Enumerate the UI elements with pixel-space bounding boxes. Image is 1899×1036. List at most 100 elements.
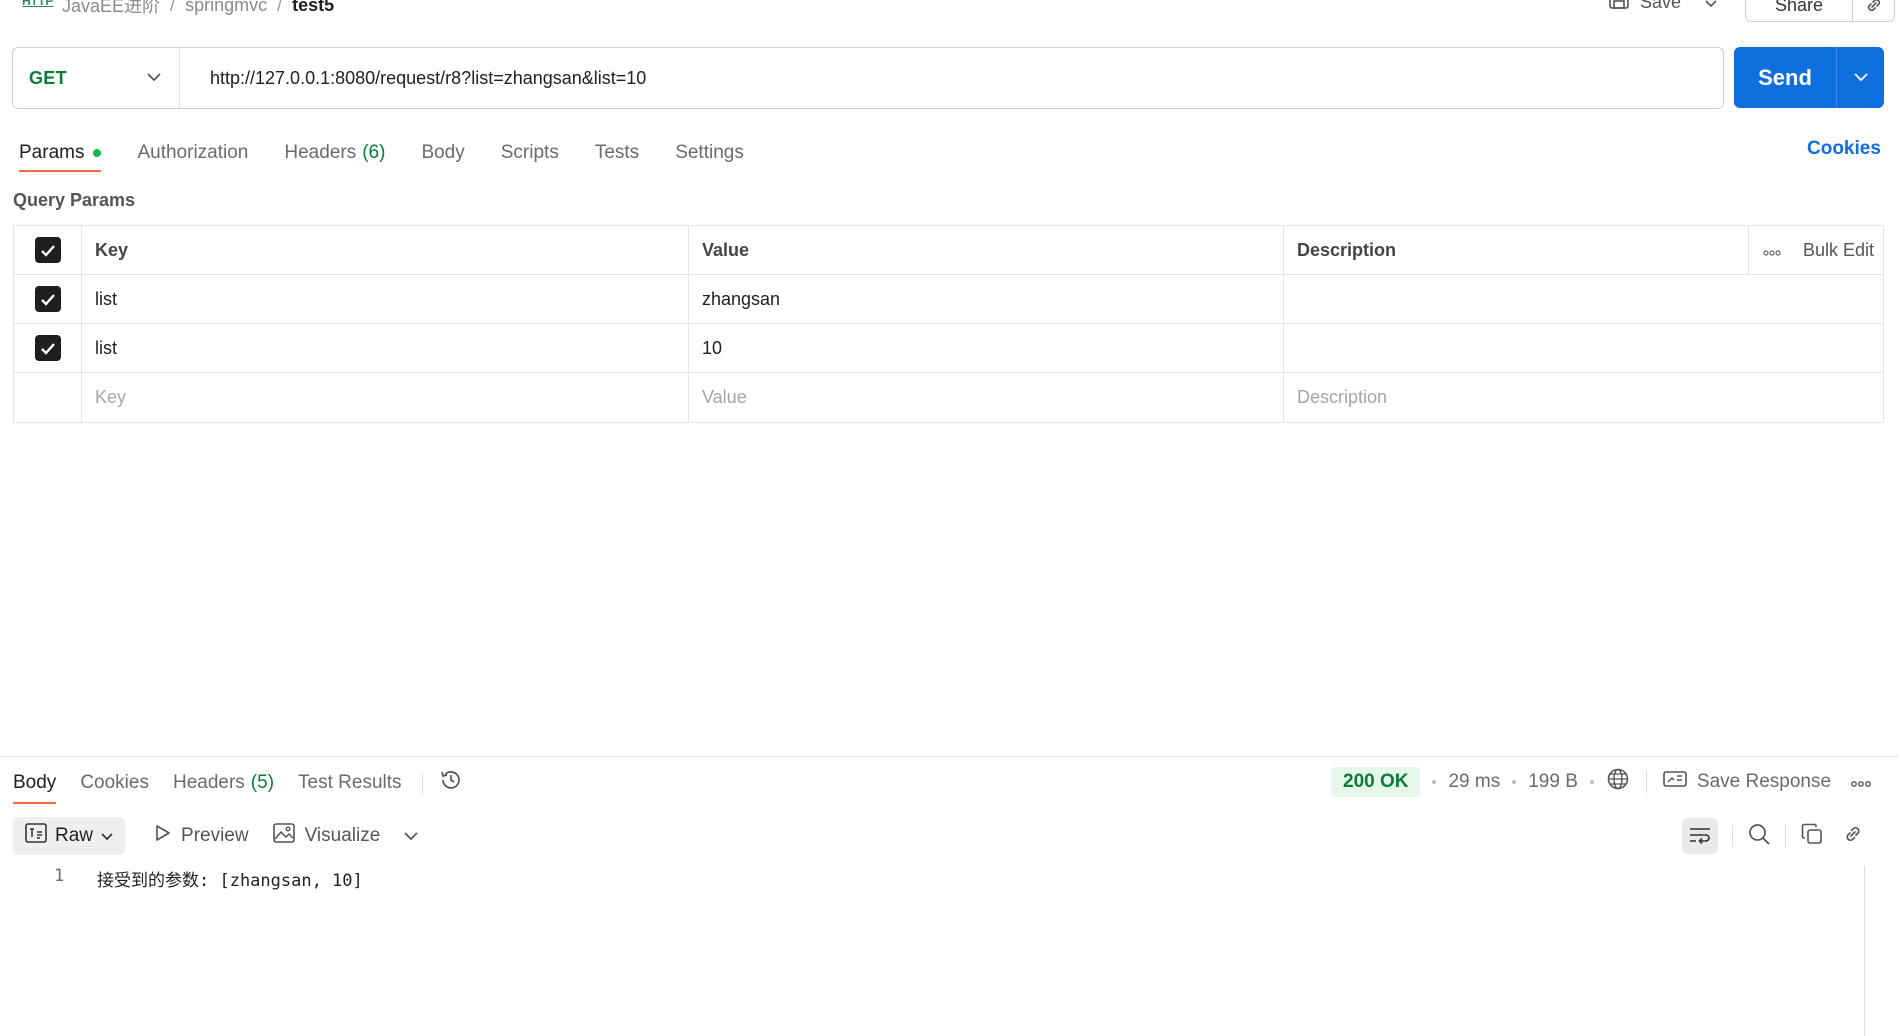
column-header-value: Value <box>689 226 1284 274</box>
param-key-input[interactable]: list <box>82 275 689 323</box>
response-line: 接受到的参数: [zhangsan, 10] <box>97 871 363 891</box>
response-tab-cookies[interactable]: Cookies <box>80 762 149 804</box>
separator-dot <box>1432 780 1437 784</box>
save-label: Save <box>1640 0 1682 12</box>
editor-scrollbar[interactable] <box>1864 866 1865 1036</box>
share-button[interactable]: Share <box>1746 0 1852 16</box>
line-number: 1 <box>54 866 65 886</box>
response-tab-test-results[interactable]: Test Results <box>298 762 401 804</box>
tab-headers[interactable]: Headers (6) <box>284 134 385 172</box>
breadcrumb-separator: / <box>170 0 176 15</box>
new-param-value-input[interactable]: Value <box>689 373 1284 422</box>
tab-label: Body <box>421 142 465 163</box>
query-params-table: Key Value Description Bulk Edit list zha… <box>13 225 1884 423</box>
tab-label: Settings <box>675 142 744 163</box>
tab-scripts[interactable]: Scripts <box>501 134 559 172</box>
response-body-tools <box>1682 817 1864 855</box>
save-button[interactable]: Save <box>1608 0 1717 15</box>
tab-label: Params <box>19 142 85 163</box>
send-options-chevron-icon[interactable] <box>1836 47 1884 108</box>
breadcrumb: JavaEE进阶 / springmvc / test5 <box>62 0 334 18</box>
preview-label: Preview <box>181 825 249 846</box>
response-toolbar: Raw Preview Visualize <box>13 817 418 855</box>
table-row-new: Key Value Description <box>14 373 1883 422</box>
table-actions-cell: Bulk Edit <box>1749 226 1883 274</box>
image-icon <box>272 823 295 849</box>
empty-checkbox-cell <box>14 373 82 422</box>
param-value-input[interactable]: 10 <box>689 324 1284 372</box>
history-icon[interactable] <box>439 768 463 798</box>
tab-tests[interactable]: Tests <box>595 134 639 172</box>
divider <box>1785 825 1786 847</box>
breadcrumb-item-request[interactable]: test5 <box>292 0 334 16</box>
globe-icon[interactable] <box>1606 767 1630 797</box>
tab-label: Cookies <box>80 772 149 793</box>
tab-params[interactable]: Params <box>19 134 102 172</box>
bulk-edit-button[interactable]: Bulk Edit <box>1803 240 1874 261</box>
divider <box>1645 771 1647 793</box>
format-select[interactable]: Raw <box>13 817 126 855</box>
tab-label: Body <box>13 772 57 793</box>
param-description-input[interactable] <box>1284 275 1883 323</box>
chevron-down-icon <box>101 825 113 847</box>
new-param-description-input[interactable]: Description <box>1284 373 1883 422</box>
save-response-label: Save Response <box>1696 771 1832 792</box>
status-badge[interactable]: 200 OK <box>1331 767 1421 797</box>
search-icon[interactable] <box>1747 822 1771 851</box>
response-tab-body[interactable]: Body <box>13 762 57 804</box>
breadcrumb-item-collection[interactable]: JavaEE进阶 <box>62 0 160 18</box>
row-checkbox[interactable] <box>34 335 61 361</box>
copy-icon[interactable] <box>1800 822 1824 851</box>
response-more-options-icon[interactable] <box>1851 771 1871 793</box>
separator-dot <box>1589 780 1594 784</box>
row-checkbox-cell <box>14 275 82 323</box>
row-checkbox[interactable] <box>34 286 61 312</box>
table-header-row: Key Value Description Bulk Edit <box>14 226 1883 275</box>
column-header-description: Description <box>1284 226 1749 274</box>
new-param-key-input[interactable]: Key <box>82 373 689 422</box>
separator-dot <box>1512 780 1517 784</box>
headers-count: (6) <box>362 142 386 163</box>
link-icon[interactable] <box>1842 823 1864 850</box>
breadcrumb-separator: / <box>277 0 283 15</box>
visualize-button[interactable]: Visualize <box>272 823 380 849</box>
cookies-link[interactable]: Cookies <box>1807 138 1881 160</box>
url-bar: GET http://127.0.0.1:8080/request/r8?lis… <box>12 47 1724 109</box>
select-all-checkbox[interactable] <box>34 237 61 263</box>
response-meta: 200 OK 29 ms 199 B Save Response <box>1331 766 1871 798</box>
wrap-lines-icon[interactable] <box>1682 818 1718 854</box>
play-icon <box>155 824 171 848</box>
save-response-button[interactable]: Save Response <box>1663 770 1831 794</box>
copy-link-icon[interactable] <box>1852 0 1894 21</box>
preview-button[interactable]: Preview <box>155 824 249 848</box>
tab-label: Tests <box>594 142 640 163</box>
param-description-input[interactable] <box>1284 324 1883 372</box>
format-label: Raw <box>55 825 94 846</box>
query-params-title: Query Params <box>13 190 136 210</box>
tab-authorization[interactable]: Authorization <box>137 134 248 172</box>
method-select[interactable]: GET <box>13 48 180 108</box>
response-divider[interactable] <box>0 756 1899 757</box>
raw-format-icon <box>25 823 47 849</box>
save-dropdown-chevron-icon[interactable] <box>1705 0 1717 13</box>
tab-body[interactable]: Body <box>421 134 464 172</box>
table-row: list 10 <box>14 324 1883 373</box>
more-options-icon[interactable] <box>1763 240 1781 261</box>
tab-settings[interactable]: Settings <box>675 134 744 172</box>
param-value-input[interactable]: zhangsan <box>689 275 1284 323</box>
send-button[interactable]: Send <box>1734 65 1836 91</box>
response-body-editor[interactable]: 1 接受到的参数: [zhangsan, 10] <box>0 866 1899 1036</box>
response-size[interactable]: 199 B <box>1528 771 1578 793</box>
url-input[interactable]: http://127.0.0.1:8080/request/r8?list=zh… <box>180 68 646 89</box>
save-response-icon <box>1663 770 1687 794</box>
visualize-options-chevron-icon[interactable] <box>404 825 418 847</box>
response-time[interactable]: 29 ms <box>1448 771 1500 793</box>
divider <box>421 772 423 794</box>
param-key-input[interactable]: list <box>82 324 689 372</box>
tab-label: Scripts <box>500 142 559 163</box>
tab-label: Test Results <box>298 772 402 793</box>
request-tabs: Params Authorization Headers (6) Body Sc… <box>19 134 780 174</box>
breadcrumb-item-folder[interactable]: springmvc <box>185 0 267 16</box>
table-row: list zhangsan <box>14 275 1883 324</box>
response-tab-headers[interactable]: Headers (5) <box>173 762 274 804</box>
